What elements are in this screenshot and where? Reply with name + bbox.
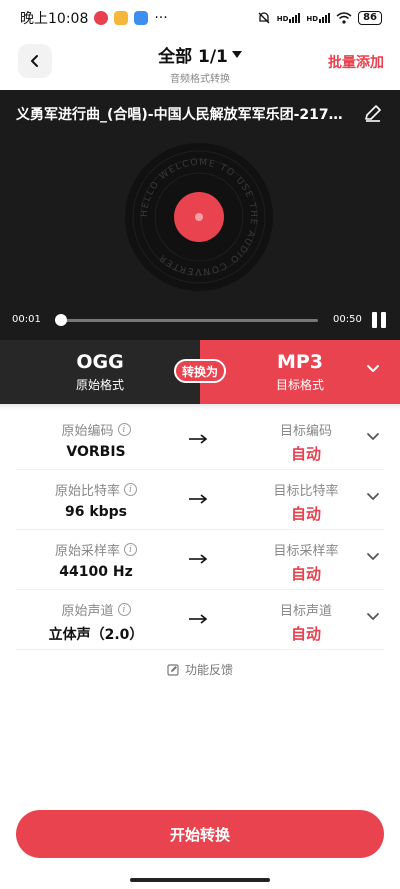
track-title: 义勇军进行曲_(合唱)-中国人民解放军军乐团-21764... <box>16 107 352 123</box>
chevron-down-icon[interactable] <box>366 612 380 622</box>
feedback-label: 功能反馈 <box>184 663 233 677</box>
arrow-right-icon <box>189 434 208 444</box>
param-label: 原始比特率 <box>54 484 120 499</box>
target-param-value: 自动 <box>290 625 321 643</box>
header: 全部 1/1 音频格式转换 批量添加 <box>0 38 400 86</box>
weibo-app-icon <box>94 11 109 25</box>
start-convert-button[interactable]: 开始转换 <box>16 810 384 858</box>
battery-indicator: 86 <box>358 11 382 25</box>
target-param-label: 目标声道 <box>279 604 332 619</box>
gallery-app-icon <box>134 11 149 25</box>
source-format-caption: 原始格式 <box>75 378 124 392</box>
pause-bar-left <box>372 312 377 328</box>
mute-bell-icon <box>258 12 270 24</box>
chevron-down-icon <box>367 365 379 372</box>
arrow-right-icon <box>189 614 208 624</box>
arrow-right-icon <box>189 494 208 504</box>
progress-thumb[interactable] <box>55 314 68 326</box>
param-row-codec[interactable]: 原始编码 i VORBIS 目标编码 自动 <box>16 410 384 470</box>
vinyl-disc-icon: HELLO WELCOME TO USE THE AUDIO CONVERTER <box>125 143 273 291</box>
chevron-down-icon[interactable] <box>366 552 380 562</box>
param-row-channels[interactable]: 原始声道 i 立体声（2.0） 目标声道 自动 <box>16 590 384 650</box>
param-row-bitrate[interactable]: 原始比特率 i 96 kbps 目标比特率 自动 <box>16 470 384 530</box>
param-label: 原始编码 <box>61 424 114 439</box>
batch-add-button[interactable]: 批量添加 <box>328 52 384 72</box>
edit-feedback-icon <box>167 663 179 676</box>
target-param-label: 目标比特率 <box>273 484 339 499</box>
notes-app-icon <box>114 11 129 25</box>
audio-player: 义勇军进行曲_(合唱)-中国人民解放军军乐团-21764... HELLO WE… <box>0 90 400 340</box>
source-format: OGG <box>76 351 124 373</box>
caret-down-icon <box>231 50 242 58</box>
target-param-label: 目标编码 <box>279 424 332 439</box>
home-indicator[interactable] <box>130 878 270 882</box>
status-time: 晚上10:08 <box>20 11 89 27</box>
target-format: MP3 <box>276 351 324 373</box>
param-value: 44100 Hz <box>59 564 133 580</box>
target-format-caption: 目标格式 <box>275 378 324 392</box>
target-param-value: 自动 <box>290 445 321 463</box>
source-format-panel: OGG 原始格式 <box>0 340 200 404</box>
wifi-icon <box>336 12 352 24</box>
more-notifications-icon: ··· <box>154 10 168 26</box>
edit-icon[interactable] <box>362 102 384 124</box>
target-param-label: 目标采样率 <box>273 544 339 559</box>
info-icon[interactable]: i <box>124 543 137 556</box>
target-format-selector[interactable]: MP3 目标格式 <box>200 340 400 404</box>
info-icon[interactable]: i <box>124 483 137 496</box>
param-row-sample-rate[interactable]: 原始采样率 i 44100 Hz 目标采样率 自动 <box>16 530 384 590</box>
signal-2-icon: HD <box>306 13 331 23</box>
arrow-right-icon <box>189 554 208 564</box>
page-subtitle: 音频格式转换 <box>170 74 230 85</box>
chevron-down-icon[interactable] <box>366 432 380 442</box>
page-title: 全部 1/1 <box>158 47 228 67</box>
convert-to-badge: 转换为 <box>174 359 226 383</box>
signal-1-icon: HD <box>277 13 301 23</box>
current-time: 00:01 <box>12 314 41 325</box>
param-value: 96 kbps <box>64 504 128 520</box>
info-icon[interactable]: i <box>117 423 131 436</box>
pause-bar-right <box>381 312 386 328</box>
param-value: VORBIS <box>66 444 126 460</box>
chevron-down-icon[interactable] <box>366 492 380 502</box>
info-icon[interactable]: i <box>117 603 131 616</box>
total-time: 00:50 <box>333 314 362 325</box>
status-bar: 晚上10:08 ··· HD HD 86 <box>0 0 400 36</box>
param-value: 立体声（2.0） <box>48 627 144 643</box>
param-label: 原始声道 <box>61 604 114 619</box>
feedback-link[interactable]: 功能反馈 <box>0 661 400 678</box>
param-label: 原始采样率 <box>54 544 120 559</box>
pause-button[interactable] <box>372 312 388 328</box>
target-param-value: 自动 <box>290 505 321 523</box>
progress-bar[interactable] <box>55 314 318 326</box>
target-param-value: 自动 <box>290 565 321 583</box>
